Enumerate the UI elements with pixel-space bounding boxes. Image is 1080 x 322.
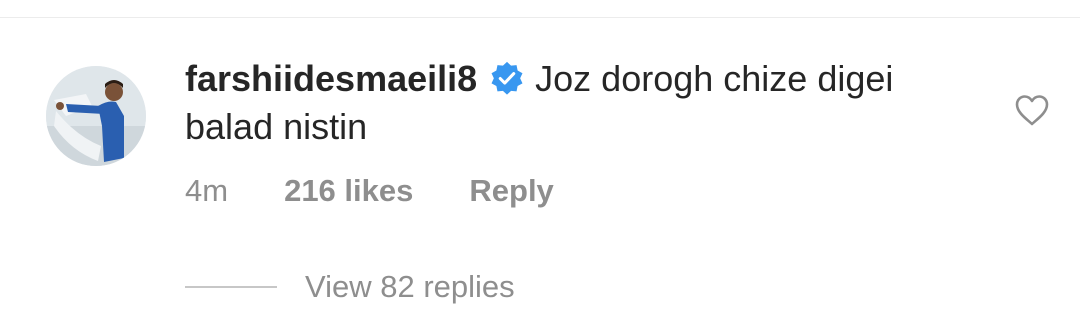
view-replies-row[interactable]: View 82 replies	[185, 268, 515, 306]
reply-button[interactable]: Reply	[469, 173, 553, 209]
comment-body: farshiidesmaeili8 Joz dorogh chize digei …	[185, 55, 975, 151]
comment-screen: farshiidesmaeili8 Joz dorogh chize digei …	[0, 0, 1080, 322]
avatar[interactable]	[46, 66, 146, 166]
heart-outline-icon[interactable]	[1014, 94, 1050, 126]
likes-count[interactable]: 216 likes	[284, 173, 413, 209]
comment-meta: 4m 216 likes Reply	[185, 172, 554, 210]
verified-badge-icon	[491, 61, 523, 95]
top-divider	[0, 17, 1080, 18]
username[interactable]: farshiidesmaeili8	[185, 58, 477, 99]
avatar-photo	[46, 66, 146, 166]
replies-divider	[185, 286, 277, 288]
view-replies-button[interactable]: View 82 replies	[305, 269, 515, 305]
comment-timestamp: 4m	[185, 173, 229, 208]
